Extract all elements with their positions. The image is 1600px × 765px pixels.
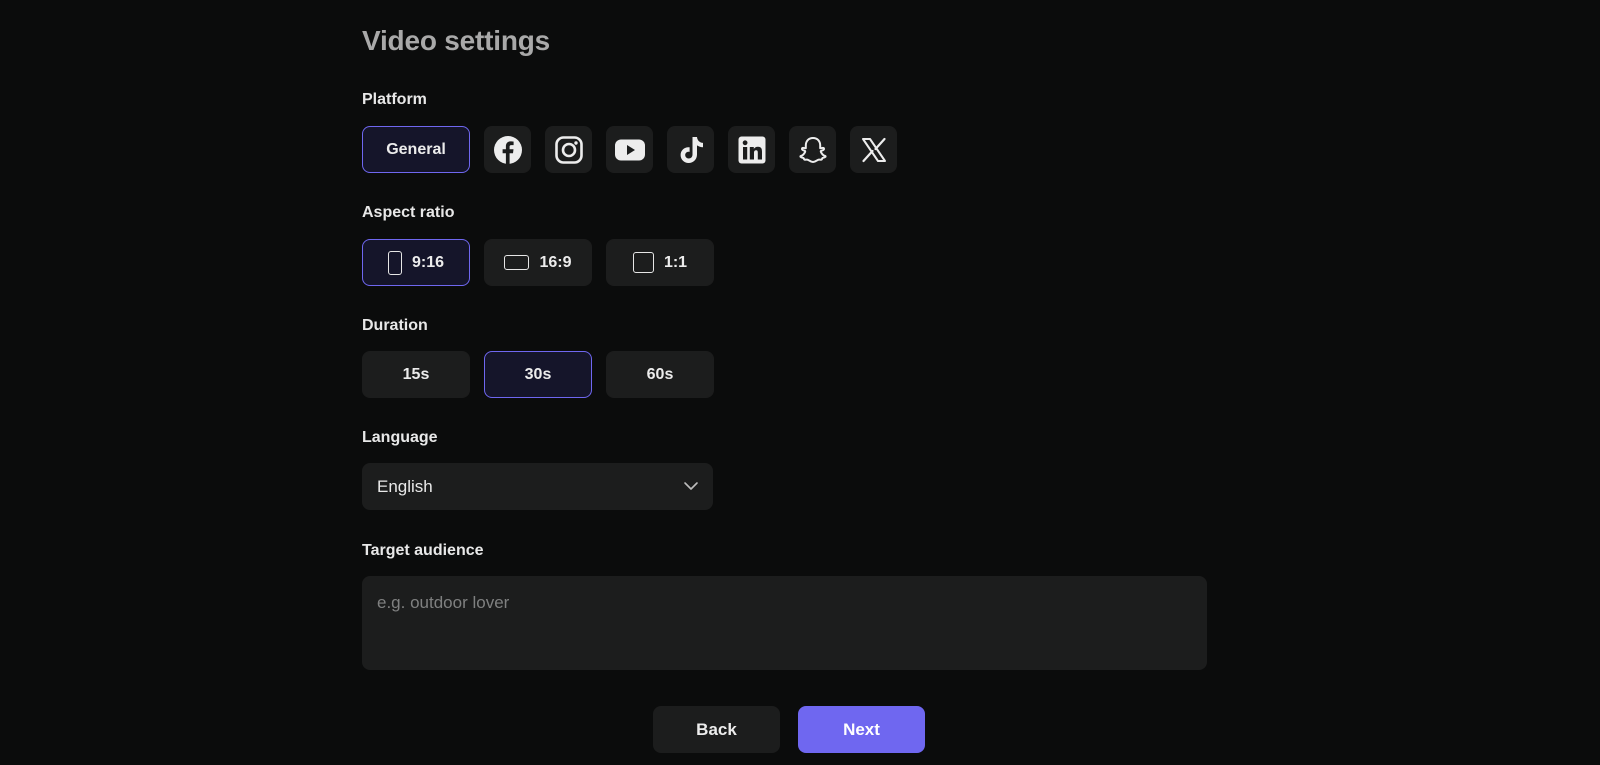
page-title: Video settings <box>362 25 551 56</box>
platform-instagram-button[interactable] <box>545 126 592 173</box>
aspect-ratio-option-label: 1:1 <box>663 253 688 271</box>
youtube-icon <box>614 138 646 162</box>
duration-options: 15s 30s 60s <box>362 351 714 398</box>
language-label: Language <box>362 429 438 446</box>
aspect-ratio-16-9-button[interactable]: 16:9 <box>484 239 592 286</box>
platform-tiktok-button[interactable] <box>667 126 714 173</box>
platform-youtube-button[interactable] <box>606 126 653 173</box>
duration-30s-button[interactable]: 30s <box>484 351 592 398</box>
aspect-ratio-options: 9:16 16:9 1:1 <box>362 239 714 286</box>
video-settings-page: Video settings Platform General Aspect r… <box>0 0 1600 765</box>
tiktok-icon <box>676 135 706 165</box>
duration-label: Duration <box>362 317 428 334</box>
platform-snapchat-button[interactable] <box>789 126 836 173</box>
aspect-ratio-label: Aspect ratio <box>362 204 455 221</box>
back-button[interactable]: Back <box>653 706 780 753</box>
platform-general-button[interactable]: General <box>362 126 470 173</box>
aspect-ratio-9-16-button[interactable]: 9:16 <box>362 239 470 286</box>
snapchat-icon <box>798 135 828 165</box>
platform-options: General <box>362 126 897 173</box>
target-audience-label: Target audience <box>362 542 484 559</box>
landscape-frame-icon <box>504 255 530 270</box>
aspect-ratio-option-label: 9:16 <box>411 253 445 271</box>
aspect-ratio-1-1-button[interactable]: 1:1 <box>606 239 714 286</box>
instagram-icon <box>554 135 584 165</box>
linkedin-icon <box>737 135 767 165</box>
portrait-frame-icon <box>387 250 402 275</box>
duration-15s-button[interactable]: 15s <box>362 351 470 398</box>
platform-label: Platform <box>362 91 427 108</box>
square-frame-icon <box>632 252 654 273</box>
x-icon <box>860 136 888 164</box>
next-button[interactable]: Next <box>798 706 925 753</box>
platform-x-button[interactable] <box>850 126 897 173</box>
aspect-ratio-option-label: 16:9 <box>539 253 572 271</box>
language-select-value: English <box>377 476 433 496</box>
facebook-icon <box>493 135 523 165</box>
target-audience-input[interactable] <box>362 576 1207 670</box>
platform-facebook-button[interactable] <box>484 126 531 173</box>
platform-linkedin-button[interactable] <box>728 126 775 173</box>
language-select[interactable]: English <box>362 463 713 510</box>
duration-60s-button[interactable]: 60s <box>606 351 714 398</box>
chevron-down-icon <box>683 478 699 496</box>
